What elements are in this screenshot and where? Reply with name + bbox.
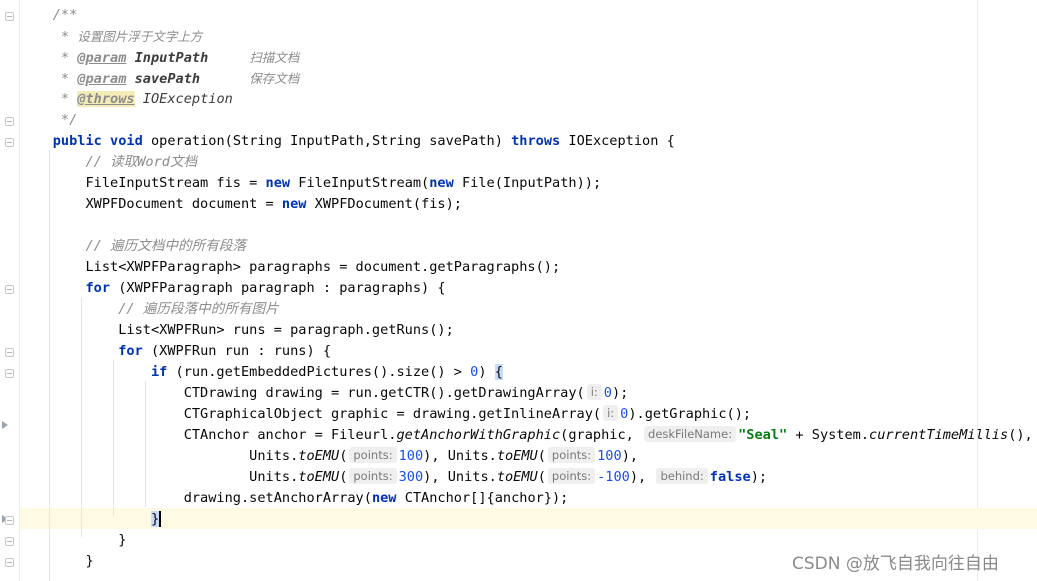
parameter-hint: points: bbox=[547, 468, 596, 484]
right-margin-guide bbox=[977, 0, 978, 581]
code-line: } bbox=[118, 532, 127, 548]
code-line: // 遍历段落中的所有图片 bbox=[118, 301, 279, 317]
current-line-highlight bbox=[20, 508, 1037, 529]
fold-marker-icon[interactable] bbox=[5, 12, 14, 21]
fold-marker-icon[interactable] bbox=[5, 138, 14, 147]
gutter-arrow-icon bbox=[2, 421, 8, 429]
code-line: } bbox=[85, 553, 94, 569]
code-line: * @param InputPath 扫描文档 bbox=[60, 50, 300, 66]
fold-marker-icon[interactable] bbox=[5, 285, 14, 294]
watermark: CSDN @放飞自我向往自由 bbox=[792, 554, 999, 574]
fold-marker-icon[interactable] bbox=[5, 117, 14, 126]
editor-gutter[interactable] bbox=[0, 0, 20, 581]
code-line: drawing.setAnchorArray(new CTAnchor[]{an… bbox=[183, 490, 569, 506]
code-line: Units.toEMU(points: 100), Units.toEMU(poi… bbox=[249, 447, 639, 464]
fold-marker-icon[interactable] bbox=[5, 516, 14, 525]
code-line: /** bbox=[52, 7, 78, 23]
matched-brace: { bbox=[494, 364, 503, 380]
parameter-hint: points: bbox=[349, 468, 397, 484]
code-line: CTAnchor anchor = Fileurl.getAnchorWithG… bbox=[183, 426, 1033, 443]
parameter-hint: deskFileName: bbox=[644, 426, 737, 442]
parameter-hint: points: bbox=[349, 447, 397, 463]
code-line: for (XWPFRun run : runs) { bbox=[118, 343, 332, 359]
code-line: XWPFDocument document = new XWPFDocument… bbox=[85, 196, 462, 212]
parameter-hint: i: bbox=[586, 384, 602, 400]
code-line: * @throws IOException bbox=[60, 91, 233, 107]
code-line: */ bbox=[60, 112, 78, 128]
code-line: public void operation(String InputPath,S… bbox=[52, 133, 675, 149]
fold-marker-icon[interactable] bbox=[5, 537, 14, 546]
parameter-hint: points: bbox=[547, 447, 596, 463]
fold-marker-icon[interactable] bbox=[5, 558, 14, 567]
code-line: * @param savePath 保存文档 bbox=[60, 71, 300, 87]
fold-marker-icon[interactable] bbox=[5, 369, 14, 378]
code-line: // 遍历文档中的所有段落 bbox=[85, 238, 246, 254]
parameter-hint: behind: bbox=[656, 468, 708, 484]
code-line: if (run.getEmbeddedPictures().size() > 0… bbox=[150, 364, 503, 380]
code-line: for (XWPFParagraph paragraph : paragraph… bbox=[85, 280, 446, 296]
parameter-hint: i: bbox=[603, 405, 619, 421]
code-line: * 设置图片浮于文字上方 bbox=[60, 29, 203, 45]
fold-marker-icon[interactable] bbox=[5, 348, 14, 357]
code-line: List<XWPFParagraph> paragraphs = documen… bbox=[85, 259, 561, 275]
code-line: CTGraphicalObject graphic = drawing.getI… bbox=[183, 405, 752, 422]
code-line: List<XWPFRun> runs = paragraph.getRuns()… bbox=[118, 322, 454, 338]
matched-brace: } bbox=[150, 511, 162, 527]
code-line: Units.toEMU(points: 300), Units.toEMU(poi… bbox=[249, 468, 768, 485]
code-line-current: } bbox=[20, 509, 162, 530]
code-line: CTDrawing drawing = run.getCTR().getDraw… bbox=[183, 384, 629, 401]
code-line: // 读取Word文档 bbox=[85, 154, 198, 170]
code-line: FileInputStream fis = new FileInputStrea… bbox=[85, 175, 602, 191]
